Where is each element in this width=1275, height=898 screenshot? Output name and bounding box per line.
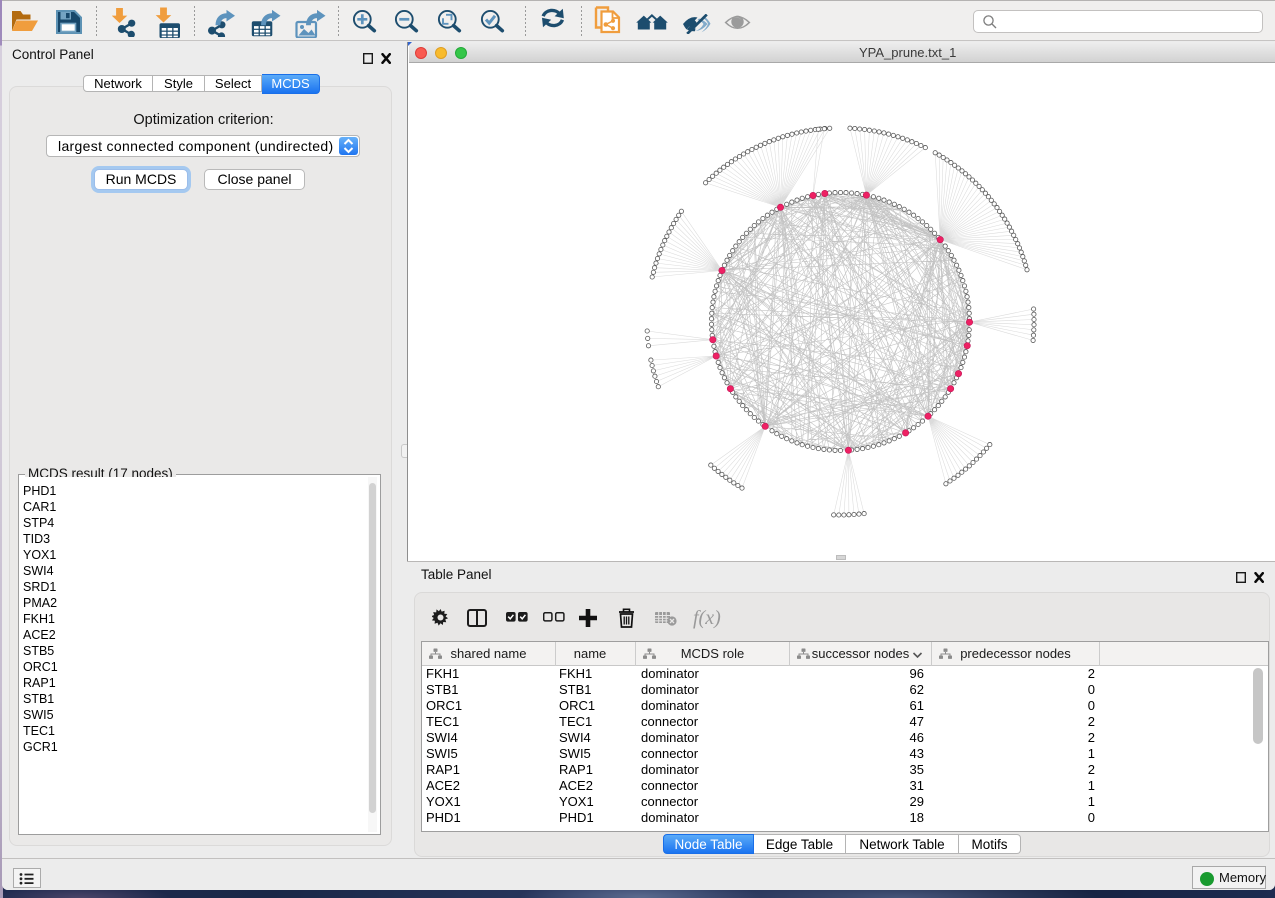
- svg-text:f(x): f(x): [693, 607, 721, 629]
